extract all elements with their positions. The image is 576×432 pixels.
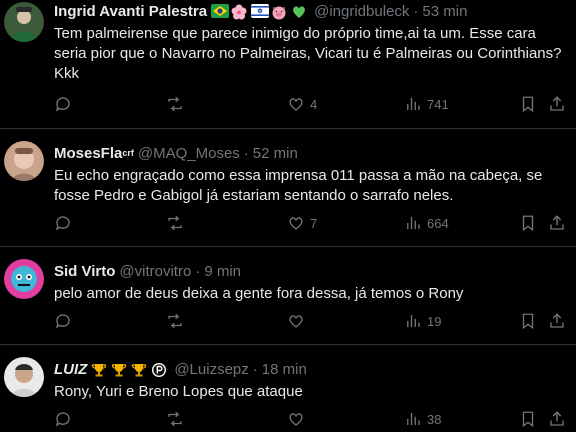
- share-button[interactable]: [548, 410, 566, 428]
- heart-icon: [289, 315, 303, 328]
- pig-emoji: [271, 4, 289, 20]
- name-emojis: [91, 362, 169, 377]
- trophy-emoji: [91, 362, 109, 377]
- timestamp[interactable]: 52 min: [253, 145, 298, 162]
- tweet[interactable]: MosesFla crf @MAQ_Moses · 52 min Eu echo …: [0, 129, 576, 247]
- avatar[interactable]: [4, 141, 44, 181]
- analytics-icon: [407, 217, 420, 229]
- separator-dot: ·: [252, 360, 258, 378]
- analytics-icon: [407, 315, 420, 327]
- retweet-button[interactable]: [166, 312, 189, 330]
- brazil-flag-emoji: [211, 4, 230, 18]
- retweet-icon: [168, 313, 182, 329]
- timestamp[interactable]: 53 min: [422, 3, 467, 20]
- like-button[interactable]: [287, 312, 310, 330]
- trophy-emoji: [111, 362, 129, 377]
- like-count: 7: [310, 215, 318, 231]
- bookmark-button[interactable]: [519, 410, 537, 428]
- author-handle[interactable]: @Luizsepz: [174, 361, 248, 378]
- timestamp[interactable]: 9 min: [204, 263, 241, 280]
- bookmark-icon: [522, 411, 534, 428]
- heart-icon: [289, 98, 303, 111]
- timeline-feed: Ingrid Avanti Palestra @ingridbuleck · 5…: [0, 0, 576, 432]
- tweet[interactable]: Ingrid Avanti Palestra @ingridbuleck · 5…: [0, 0, 576, 129]
- reply-icon: [55, 216, 70, 231]
- author-name[interactable]: LUIZ: [54, 361, 87, 378]
- reply-button[interactable]: [54, 95, 77, 113]
- author-name[interactable]: Ingrid Avanti Palestra: [54, 3, 207, 20]
- share-icon: [550, 411, 564, 426]
- israel-flag-emoji: [251, 4, 270, 18]
- reply-button[interactable]: [54, 214, 77, 232]
- retweet-button[interactable]: [166, 95, 189, 113]
- share-icon: [550, 96, 564, 111]
- action-bar: 7 664: [54, 213, 564, 233]
- analytics-icon: [407, 413, 420, 425]
- share-icon: [550, 313, 564, 328]
- p-circle-emoji: [151, 362, 169, 377]
- analytics-icon: [407, 98, 420, 110]
- bookmark-button[interactable]: [519, 214, 537, 232]
- avatar[interactable]: [4, 2, 44, 42]
- tweet-text: Tem palmeirense que parece inimigo do pr…: [54, 25, 562, 82]
- author-handle[interactable]: @ingridbuleck: [314, 3, 409, 20]
- views-button[interactable]: 664: [404, 214, 449, 232]
- retweet-icon: [168, 411, 182, 427]
- tweet-text: Rony, Yuri e Breno Lopes que ataque: [54, 383, 303, 400]
- view-count: 741: [427, 96, 449, 112]
- reply-button[interactable]: [54, 312, 77, 330]
- reply-icon: [55, 314, 70, 329]
- share-button[interactable]: [548, 312, 566, 330]
- reply-icon: [55, 97, 70, 112]
- retweet-icon: [168, 215, 182, 231]
- like-button[interactable]: 4: [287, 95, 317, 113]
- action-bar: 19: [54, 311, 564, 331]
- name-emojis: [211, 4, 309, 20]
- like-count: 4: [310, 96, 318, 112]
- trophy-emoji: [131, 362, 149, 377]
- timestamp[interactable]: 18 min: [262, 361, 307, 378]
- tweet-text: pelo amor de deus deixa a gente fora des…: [54, 285, 464, 302]
- green-heart-emoji: [291, 4, 309, 18]
- reply-icon: [55, 412, 70, 427]
- author-handle[interactable]: @vitrovitro: [119, 263, 191, 280]
- author-name-suffix: crf: [122, 148, 134, 158]
- tweet-text: Eu echo engraçado como essa imprensa 011…: [54, 167, 543, 204]
- retweet-button[interactable]: [166, 410, 189, 428]
- view-count: 19: [427, 313, 442, 329]
- views-button[interactable]: 741: [404, 95, 449, 113]
- avatar[interactable]: [4, 259, 44, 299]
- like-button[interactable]: [287, 410, 310, 428]
- author-handle[interactable]: @MAQ_Moses: [138, 145, 240, 162]
- cherry-blossom-emoji: [231, 4, 249, 20]
- separator-dot: ·: [413, 2, 419, 20]
- action-bar: 4 741: [54, 94, 564, 114]
- heart-icon: [289, 217, 303, 230]
- views-button[interactable]: 38: [404, 410, 441, 428]
- tweet[interactable]: LUIZ @Luizsepz · 18 min Rony, Yuri e Bre…: [0, 345, 576, 432]
- author-name[interactable]: MosesFla: [54, 145, 122, 162]
- view-count: 38: [427, 411, 442, 427]
- bookmark-button[interactable]: [519, 312, 537, 330]
- action-bar: 38: [54, 409, 564, 429]
- bookmark-button[interactable]: [519, 95, 537, 113]
- retweet-button[interactable]: [166, 214, 189, 232]
- separator-dot: ·: [243, 144, 249, 162]
- author-name[interactable]: Sid Virto: [54, 263, 115, 280]
- bookmark-icon: [522, 96, 534, 113]
- share-button[interactable]: [548, 95, 566, 113]
- share-icon: [550, 215, 564, 230]
- tweet[interactable]: Sid Virto @vitrovitro · 9 min pelo amor …: [0, 247, 576, 345]
- like-button[interactable]: 7: [287, 214, 317, 232]
- bookmark-icon: [522, 313, 534, 330]
- avatar[interactable]: [4, 357, 44, 397]
- view-count: 664: [427, 215, 449, 231]
- retweet-icon: [168, 96, 182, 112]
- share-button[interactable]: [548, 214, 566, 232]
- bookmark-icon: [522, 215, 534, 232]
- heart-icon: [289, 413, 303, 426]
- separator-dot: ·: [195, 262, 201, 280]
- views-button[interactable]: 19: [404, 312, 441, 330]
- reply-button[interactable]: [54, 410, 77, 428]
